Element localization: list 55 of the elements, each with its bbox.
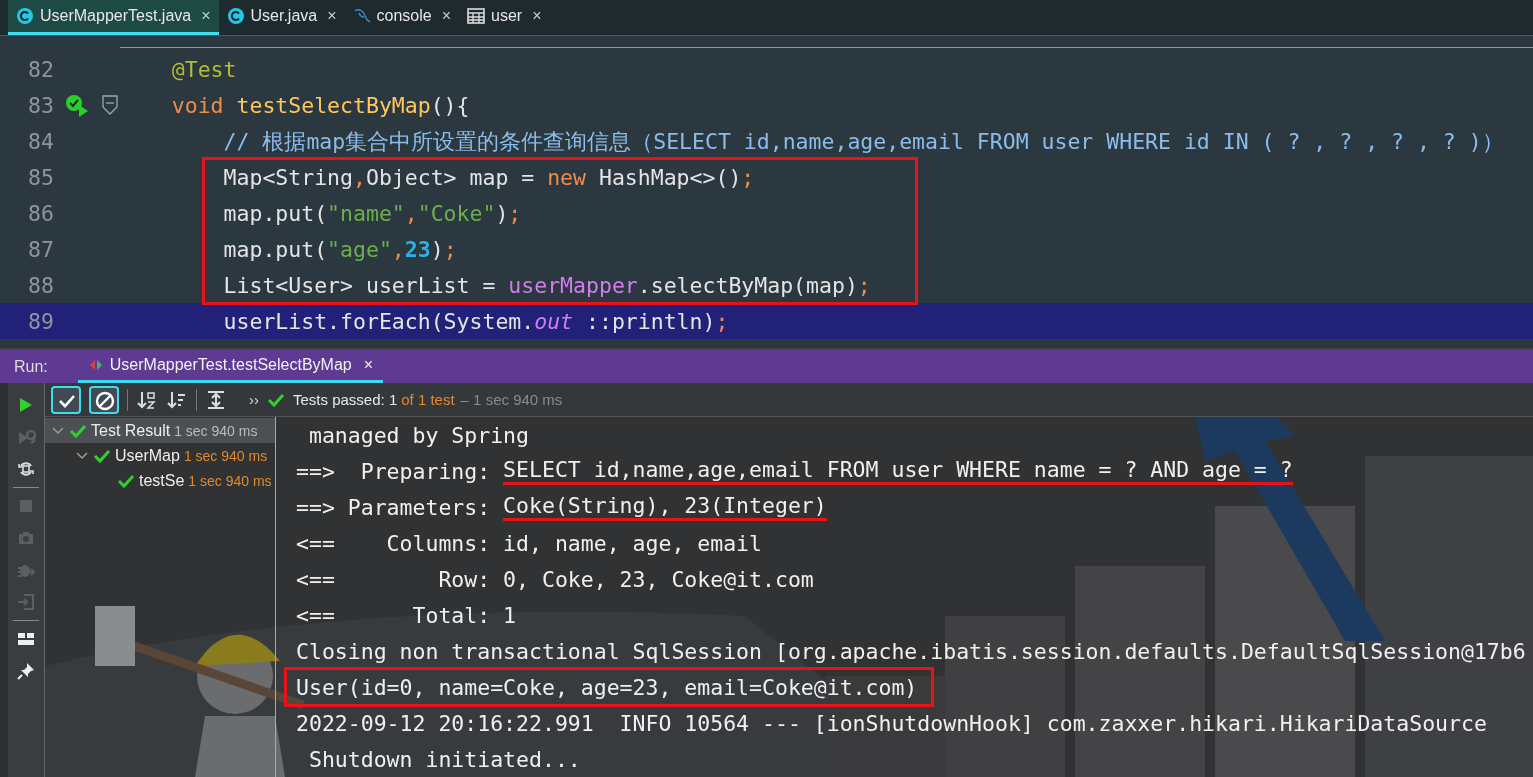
line-number: 88: [27, 272, 54, 298]
test-duration: – 1 sec 940 ms: [460, 391, 563, 408]
auto-test-icon[interactable]: [16, 459, 36, 479]
console-text: <== Columns: id, name, age, email: [296, 530, 762, 556]
file-tab[interactable]: UserMapperTest.java ×: [8, 0, 219, 35]
close-icon[interactable]: ×: [441, 7, 452, 25]
run-label: Run:: [14, 357, 48, 376]
code-line: List<User> userList = userMapper.selectByMap(map);: [222, 272, 871, 298]
line-number: 87: [27, 236, 54, 262]
code-line: Map<String,Object> map = new HashMap<>();: [222, 164, 755, 190]
code-line: @Test: [170, 56, 237, 82]
line-number: 82: [27, 56, 54, 82]
underlined-text: SELECT id,name,age,email FROM user WHERE name = ? AND age = ?: [503, 457, 1293, 485]
file-tab[interactable]: user ×: [459, 0, 550, 35]
close-icon[interactable]: ×: [532, 7, 542, 25]
close-icon[interactable]: ×: [327, 7, 337, 25]
line-number: 84: [27, 128, 54, 154]
code-line: // 根据map集合中所设置的条件查询信息（SELECT id,name,age,email FROM user WHERE id IN ( ? , ? , ? , ? )）: [222, 127, 1504, 156]
underlined-text: Coke(String), 23(Integer): [503, 493, 827, 521]
file-tab[interactable]: User.java ×: [218, 0, 345, 35]
filter-toggle[interactable]: [51, 385, 81, 414]
console-text: ==> Parameters:: [296, 494, 492, 520]
tree-item[interactable]: UserMap 1 sec 940 ms: [45, 443, 275, 468]
tree-item[interactable]: Test Result 1 sec 940 ms: [45, 418, 275, 443]
filter-toggle[interactable]: [89, 385, 119, 414]
class-icon: [16, 7, 34, 25]
table-icon: [467, 7, 486, 25]
fold-icon[interactable]: [102, 95, 118, 115]
console-text: Closing non transactional SqlSession [org.apache.ibatis.session.defaults.DefaultSqlSession@17b6: [296, 638, 1526, 664]
console-text: 2022-09-12 20:16:22.991 INFO 10564 --- [ionShutdownHook] com.zaxxer.hikari.HikariDataSource: [296, 710, 1487, 736]
code-line: map.put("name","Coke");: [222, 200, 522, 226]
code-line: map.put("age",23);: [222, 236, 457, 262]
class-icon: [226, 7, 245, 25]
tree-item[interactable]: testSe 1 sec 940 ms: [45, 468, 275, 493]
run-test-icon[interactable]: [64, 93, 90, 117]
overflow-button[interactable]: ››: [249, 391, 259, 408]
console-text: <== Row: 0, Coke, 23, Coke@it.com: [296, 566, 814, 592]
console-text: <== Total: 1: [296, 602, 517, 628]
line-number: 86: [27, 200, 54, 226]
close-icon[interactable]: ×: [363, 356, 373, 374]
pin-icon[interactable]: [16, 661, 36, 681]
line-number: 85: [27, 164, 54, 190]
console-text: Shutdown initiated...: [307, 746, 581, 772]
code-line: void testSelectByMap(){: [170, 92, 470, 118]
close-icon[interactable]: ×: [201, 7, 211, 25]
console-text: managed by Spring: [307, 422, 529, 448]
file-tab[interactable]: console ×: [344, 0, 460, 35]
console-text: User(id=0, name=Coke, age=23, email=Coke@it.com): [296, 674, 918, 700]
console-text: ==> Preparing:: [296, 458, 492, 484]
line-number: 89: [27, 308, 54, 334]
test-count: of 1 test: [401, 391, 455, 408]
test-status: Tests passed: 1: [293, 391, 398, 408]
expand-all-icon[interactable]: [205, 388, 227, 411]
line-number: 83: [27, 92, 54, 118]
code-line: userList.forEach(System.out ::println);: [222, 308, 729, 334]
